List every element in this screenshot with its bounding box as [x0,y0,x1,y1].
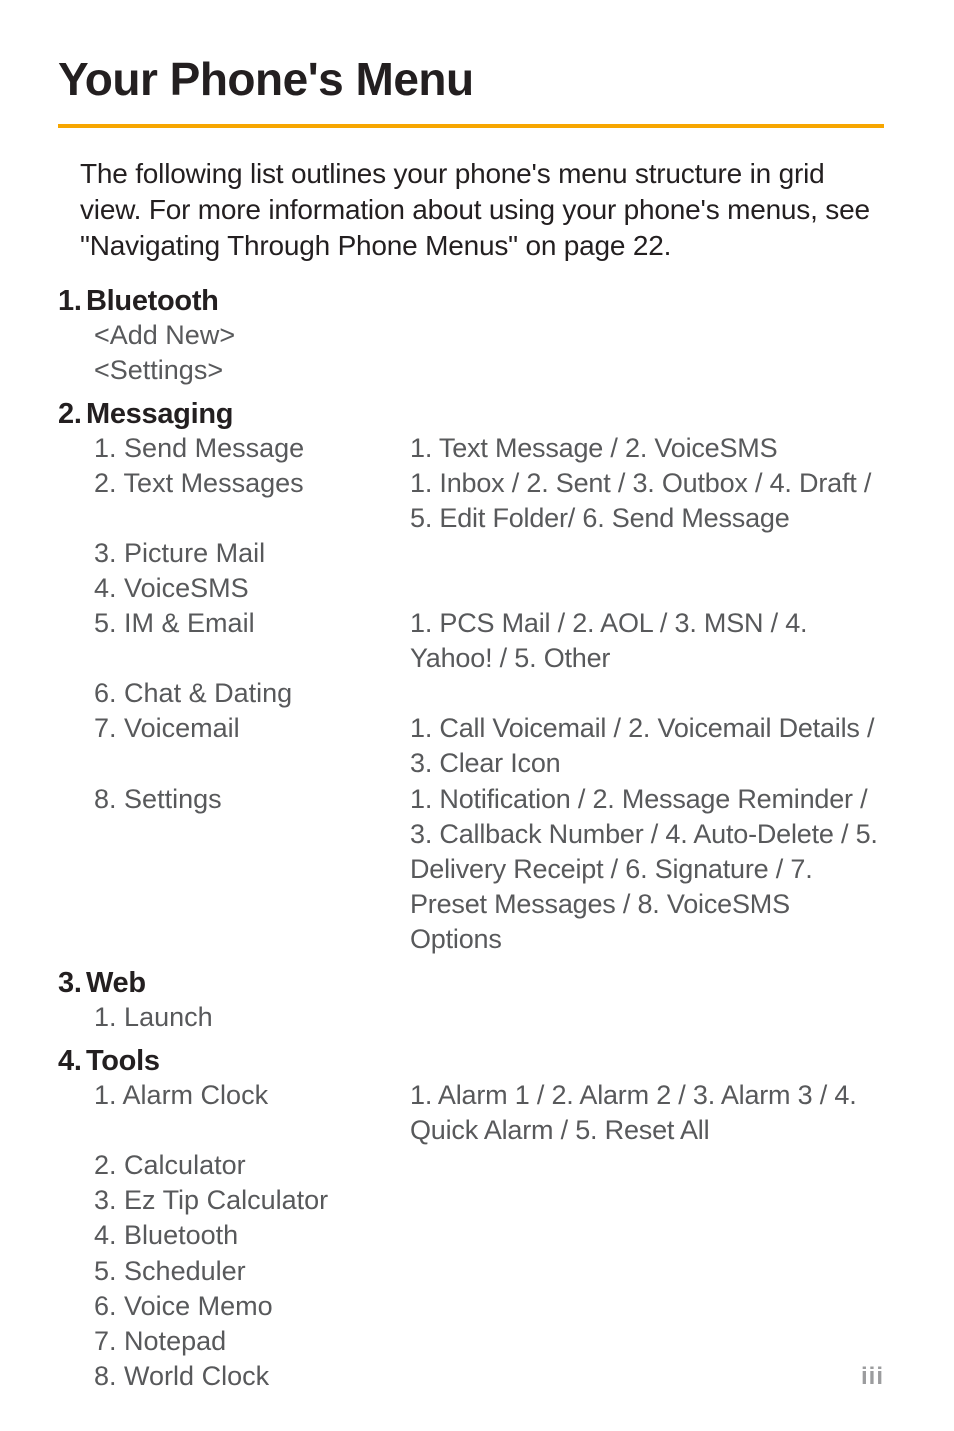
row-left: Settings [124,784,222,814]
table-row: 4. Bluetooth [94,1218,884,1253]
page-number: iii [861,1363,884,1391]
section-header: 4.Tools [58,1045,884,1078]
row-left: Launch [124,1002,213,1032]
row-right: 1. Alarm 1 / 2. Alarm 2 / 3. Alarm 3 / 4… [410,1078,884,1148]
table-row: 3. Ez Tip Calculator [94,1183,884,1218]
row-number: 8. [94,1359,117,1394]
section-messaging: 2.Messaging 1. Send Message 1. Text Mess… [58,398,884,957]
section-label: Messaging [86,398,233,430]
row-left: Calculator [124,1150,246,1180]
list-item: <Add New> [94,318,884,353]
row-number: 7. [94,1324,117,1359]
row-left: Notepad [124,1326,226,1356]
title-underline [58,124,884,128]
row-left: Alarm Clock [123,1080,269,1110]
intro-paragraph: The following list outlines your phone's… [80,156,884,263]
row-left: Text Messages [124,468,304,498]
row-number: 3. [94,1183,117,1218]
row-left: Voicemail [124,713,240,743]
table-row: 1. Send Message 1. Text Message / 2. Voi… [94,431,884,466]
table-row: 2. Calculator [94,1148,884,1183]
row-left: Chat & Dating [124,678,292,708]
row-left: Picture Mail [124,538,265,568]
row-right: 1. Text Message / 2. VoiceSMS [410,431,884,466]
row-left: Bluetooth [124,1220,238,1250]
document-page: Your Phone's Menu The following list out… [0,0,954,1431]
table-row: 6. Voice Memo [94,1289,884,1324]
row-right: 1. Inbox / 2. Sent / 3. Outbox / 4. Draf… [410,466,884,536]
row-number: 2. [94,466,117,501]
row-number: 5. [94,606,117,641]
table-row: 1. Launch [94,1000,884,1035]
table-row: 6. Chat & Dating [94,676,884,711]
section-label: Web [86,967,146,999]
row-right: 1. Call Voicemail / 2. Voicemail Details… [410,711,884,781]
section-number: 1. [58,285,86,318]
section-bluetooth: 1.Bluetooth <Add New> <Settings> [58,285,884,387]
row-number: 4. [94,571,117,606]
row-left: Voice Memo [124,1291,273,1321]
table-row: 4. VoiceSMS [94,571,884,606]
section-rows: 1. Send Message 1. Text Message / 2. Voi… [94,431,884,957]
row-left: Ez Tip Calculator [124,1185,328,1215]
row-number: 1. [94,1000,117,1035]
row-number: 6. [94,1289,117,1324]
row-number: 4. [94,1218,117,1253]
row-number: 3. [94,536,117,571]
table-row: 7. Notepad [94,1324,884,1359]
table-row: 2. Text Messages 1. Inbox / 2. Sent / 3.… [94,466,884,536]
section-header: 2.Messaging [58,398,884,431]
table-row: 7. Voicemail 1. Call Voicemail / 2. Voic… [94,711,884,781]
section-header: 1.Bluetooth [58,285,884,318]
row-number: 7. [94,711,117,746]
table-row: 5. Scheduler [94,1254,884,1289]
section-number: 2. [58,398,86,431]
table-row: 5. IM & Email 1. PCS Mail / 2. AOL / 3. … [94,606,884,676]
row-number: 6. [94,676,117,711]
section-label: Bluetooth [86,285,219,317]
section-label: Tools [86,1045,160,1077]
section-number: 4. [58,1045,86,1078]
page-title: Your Phone's Menu [58,52,884,106]
list-item: <Settings> [94,353,884,388]
row-number: 1. [94,1078,117,1113]
row-number: 8. [94,782,117,817]
section-number: 3. [58,967,86,1000]
row-number: 2. [94,1148,117,1183]
row-left: VoiceSMS [124,573,249,603]
table-row: 8. Settings 1. Notification / 2. Message… [94,782,884,957]
section-rows: 1. Alarm Clock 1. Alarm 1 / 2. Alarm 2 /… [94,1078,884,1394]
section-rows: 1. Launch [94,1000,884,1035]
row-left: World Clock [124,1361,269,1391]
row-number: 5. [94,1254,117,1289]
row-number: 1. [94,431,117,466]
table-row: 3. Picture Mail [94,536,884,571]
row-left: Scheduler [124,1256,246,1286]
row-right: 1. PCS Mail / 2. AOL / 3. MSN / 4. Yahoo… [410,606,884,676]
section-web: 3.Web 1. Launch [58,967,884,1035]
section-tools: 4.Tools 1. Alarm Clock 1. Alarm 1 / 2. A… [58,1045,884,1394]
row-left: IM & Email [124,608,255,638]
row-left: Send Message [124,433,304,463]
row-right: 1. Notification / 2. Message Reminder / … [410,782,884,957]
table-row: 8. World Clock [94,1359,884,1394]
table-row: 1. Alarm Clock 1. Alarm 1 / 2. Alarm 2 /… [94,1078,884,1148]
section-header: 3.Web [58,967,884,1000]
